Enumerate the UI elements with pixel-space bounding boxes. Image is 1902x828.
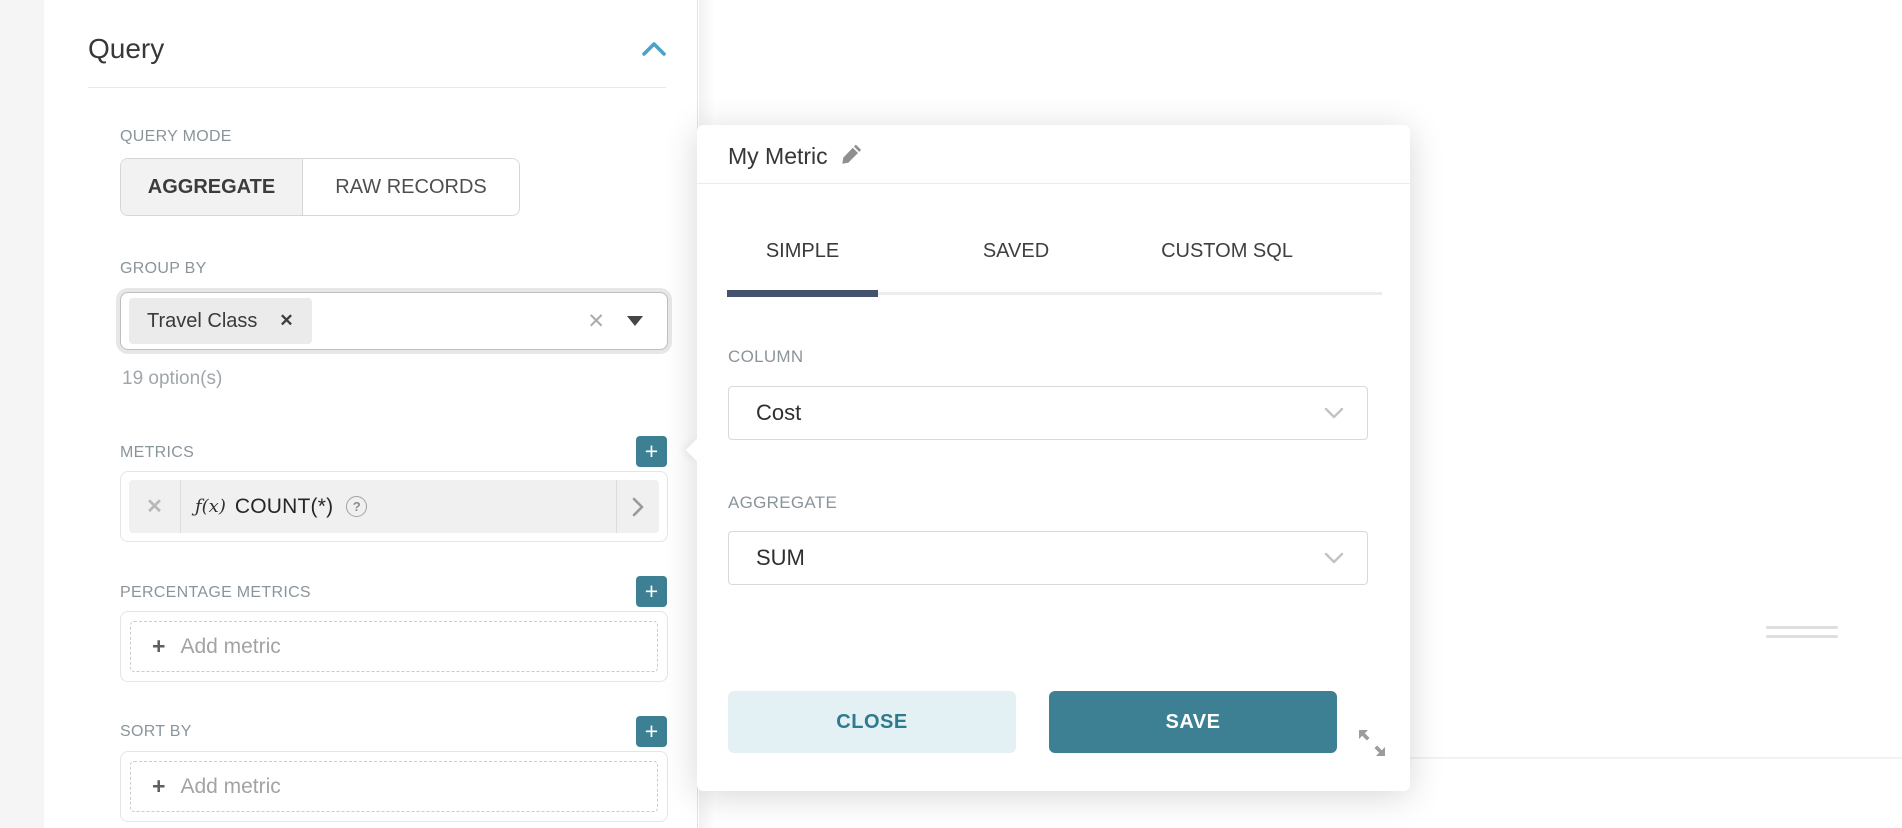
aggregate-select-value: SUM — [756, 545, 1323, 571]
tab-simple[interactable]: SIMPLE — [727, 240, 878, 266]
plus-icon: + — [645, 580, 658, 603]
aggregate-select[interactable]: SUM — [728, 531, 1368, 585]
group-by-select[interactable]: Travel Class ✕ ✕ — [120, 292, 668, 350]
add-sort-by-dropzone[interactable]: + Add metric — [130, 761, 658, 812]
tab-saved[interactable]: SAVED — [941, 240, 1091, 266]
function-icon: ƒ(x) — [195, 496, 226, 517]
collapse-section-button[interactable] — [640, 38, 668, 62]
sort-by-container: + Add metric — [120, 751, 668, 822]
add-percentage-metric-button[interactable]: + — [636, 576, 667, 607]
percentage-metrics-label: PERCENTAGE METRICS — [120, 584, 311, 602]
plus-icon: + — [152, 635, 165, 658]
group-by-helper-text: 19 option(s) — [122, 368, 222, 390]
query-mode-raw-records-button[interactable]: RAW RECORDS — [303, 159, 519, 215]
metrics-container: ✕ ƒ(x) COUNT(*) ? — [120, 471, 668, 542]
plus-icon: + — [645, 440, 658, 463]
column-select[interactable]: Cost — [728, 386, 1368, 440]
plus-icon: + — [152, 775, 165, 798]
expand-popover-handle[interactable] — [1354, 725, 1390, 761]
query-mode-aggregate-button[interactable]: AGGREGATE — [121, 159, 303, 215]
chevron-down-icon — [1323, 551, 1345, 565]
metric-name: COUNT(*) — [235, 495, 333, 519]
query-mode-label: QUERY MODE — [120, 128, 232, 146]
chevron-up-icon — [640, 38, 668, 62]
edit-title-button[interactable] — [840, 142, 864, 171]
query-mode-toggle: AGGREGATE RAW RECORDS — [120, 158, 520, 216]
explore-screen: Query QUERY MODE AGGREGATE RAW RECORDS G… — [0, 0, 1902, 828]
close-button[interactable]: CLOSE — [728, 691, 1016, 753]
column-label: COLUMN — [728, 347, 803, 367]
active-tab-indicator — [727, 290, 878, 297]
popover-title: My Metric — [728, 143, 828, 170]
plus-icon: + — [645, 720, 658, 743]
group-by-tag-label: Travel Class — [147, 310, 257, 333]
chevron-down-icon — [1323, 406, 1345, 420]
save-button[interactable]: SAVE — [1049, 691, 1337, 753]
metrics-label: METRICS — [120, 444, 194, 462]
metric-remove-icon[interactable]: ✕ — [129, 480, 181, 533]
add-metric-button[interactable]: + — [636, 436, 667, 467]
left-gutter — [0, 0, 44, 828]
metric-expand-caret[interactable] — [616, 480, 659, 533]
group-by-tag: Travel Class ✕ — [129, 298, 312, 344]
percentage-metrics-container: + Add metric — [120, 611, 668, 682]
pencil-icon — [840, 142, 864, 166]
group-by-label: GROUP BY — [120, 260, 207, 278]
add-metric-placeholder: Add metric — [180, 775, 280, 799]
add-percentage-metric-dropzone[interactable]: + Add metric — [130, 621, 658, 672]
sort-by-label: SORT BY — [120, 723, 192, 741]
resize-drag-handle[interactable] — [1766, 626, 1838, 629]
section-divider — [88, 87, 666, 88]
metric-editor-popover: My Metric SIMPLE SAVED CUSTOM SQL COLUMN… — [697, 125, 1410, 791]
chevron-right-icon — [631, 496, 645, 518]
add-sort-by-button[interactable]: + — [636, 716, 667, 747]
popover-header-divider — [697, 183, 1410, 184]
metric-pill[interactable]: ✕ ƒ(x) COUNT(*) ? — [129, 480, 659, 533]
expand-icon — [1354, 725, 1390, 761]
add-metric-placeholder: Add metric — [180, 635, 280, 659]
resize-drag-handle[interactable] — [1766, 635, 1838, 638]
tab-custom-sql[interactable]: CUSTOM SQL — [1152, 240, 1302, 266]
caret-down-icon[interactable] — [627, 316, 643, 326]
panel-title: Query — [88, 33, 164, 65]
select-clear-icon[interactable]: ✕ — [587, 309, 605, 334]
aggregate-label: AGGREGATE — [728, 493, 837, 513]
query-control-panel: Query QUERY MODE AGGREGATE RAW RECORDS G… — [44, 0, 698, 828]
help-icon: ? — [346, 496, 367, 517]
tag-remove-icon[interactable]: ✕ — [279, 311, 293, 331]
column-select-value: Cost — [756, 400, 1323, 426]
